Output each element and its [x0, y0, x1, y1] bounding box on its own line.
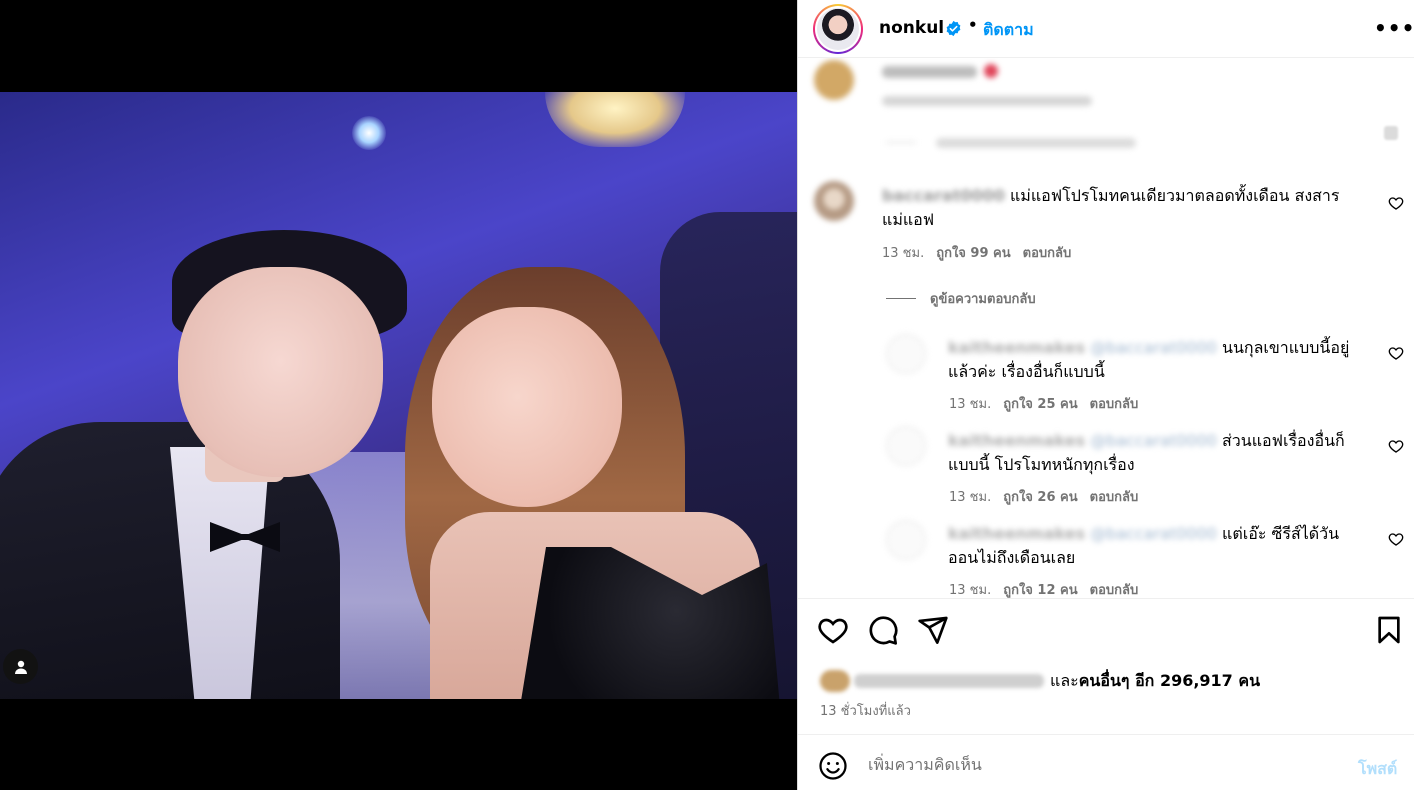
emoji-icon[interactable]	[818, 751, 848, 781]
user-tag-button[interactable]	[3, 649, 38, 684]
likes-summary[interactable]: และ คนอื่นๆ อีก 296,917 คน	[820, 668, 1260, 694]
view-replies-button[interactable]: ดูข้อความตอบกลับ	[886, 288, 1036, 309]
author-username[interactable]: nonkul	[879, 18, 944, 38]
reply-like-heart-icon[interactable]	[1388, 345, 1404, 361]
comment-composer: โพสต์	[798, 734, 1414, 790]
spotlight-graphic	[352, 116, 386, 150]
woman-face-graphic	[432, 307, 622, 507]
reply-username[interactable]: kaitheenmakes	[948, 338, 1085, 357]
liker-names	[854, 674, 1044, 688]
share-icon[interactable]	[917, 614, 949, 646]
reply-avatar[interactable]	[886, 334, 926, 374]
post-action-bar	[798, 598, 1414, 662]
reply-username[interactable]: kaitheenmakes	[948, 431, 1085, 450]
reply-reply-button[interactable]: ตอบกลับ	[1090, 486, 1139, 507]
reply-likes-count[interactable]: ถูกใจ 26 คน	[1003, 486, 1077, 507]
reply-likes-count[interactable]: ถูกใจ 25 คน	[1003, 393, 1077, 414]
reply-time: 13 ชม.	[949, 583, 992, 598]
comments-list[interactable]: baccarat0000 แม่แอฟโปรโมทคนเดียวมาตลอดทั…	[798, 58, 1414, 598]
header-separator: •	[968, 16, 978, 34]
user-tag-icon	[14, 660, 27, 674]
post-timestamp: 13 ชั่วโมงที่แล้ว	[820, 704, 911, 719]
reply-mention[interactable]: @baccarat0000	[1090, 338, 1217, 357]
post-media-pane	[0, 0, 797, 790]
follow-button[interactable]: ติดตาม	[983, 18, 1034, 43]
reply-like-heart-icon[interactable]	[1388, 531, 1404, 547]
comment-time: 13 ชม.	[882, 246, 925, 261]
more-options-icon[interactable]: •••	[1374, 16, 1414, 40]
likes-prefix: และ	[1050, 670, 1079, 690]
reply-likes-count[interactable]: ถูกใจ 12 คน	[1003, 579, 1077, 598]
comment-reply-button[interactable]: ตอบกลับ	[1023, 242, 1072, 263]
comment-likes-count[interactable]: ถูกใจ 99 คน	[936, 242, 1010, 263]
reply-avatar[interactable]	[886, 426, 926, 466]
verified-badge-icon	[946, 20, 961, 37]
reply-username[interactable]: kaitheenmakes	[948, 524, 1085, 543]
likes-others[interactable]: คนอื่นๆ อีก 296,917 คน	[1079, 669, 1260, 694]
comment-avatar[interactable]	[814, 181, 854, 221]
comment-like-heart-icon[interactable]	[1388, 195, 1404, 211]
reply-time: 13 ชม.	[949, 490, 992, 505]
post-comment-button[interactable]: โพสต์	[1358, 757, 1397, 782]
heart-icon[interactable]	[817, 614, 849, 646]
blurred-like-icon	[1384, 126, 1398, 140]
reply-time: 13 ชม.	[949, 397, 992, 412]
liker-avatar	[820, 670, 850, 692]
post-photo[interactable]	[0, 92, 797, 699]
view-replies-label: ดูข้อความตอบกลับ	[930, 292, 1036, 307]
reply-mention[interactable]: @baccarat0000	[1090, 431, 1217, 450]
reply-avatar[interactable]	[886, 520, 926, 560]
reply-like-heart-icon[interactable]	[1388, 438, 1404, 454]
reply-reply-button[interactable]: ตอบกลับ	[1090, 579, 1139, 598]
comment-username[interactable]: baccarat0000	[882, 186, 1005, 205]
man-face-graphic	[178, 267, 383, 477]
comment-input[interactable]	[868, 749, 1328, 779]
post-header: nonkul • ติดตาม •••	[798, 0, 1414, 58]
reply-mention[interactable]: @baccarat0000	[1090, 524, 1217, 543]
author-avatar[interactable]	[813, 4, 863, 54]
chandelier-graphic	[545, 92, 685, 147]
comment-icon[interactable]	[867, 614, 899, 646]
post-side-panel: nonkul • ติดตาม ••• baccarat0000 แม่แอฟโ…	[797, 0, 1414, 790]
reply-reply-button[interactable]: ตอบกลับ	[1090, 393, 1139, 414]
bookmark-icon[interactable]	[1373, 614, 1405, 646]
